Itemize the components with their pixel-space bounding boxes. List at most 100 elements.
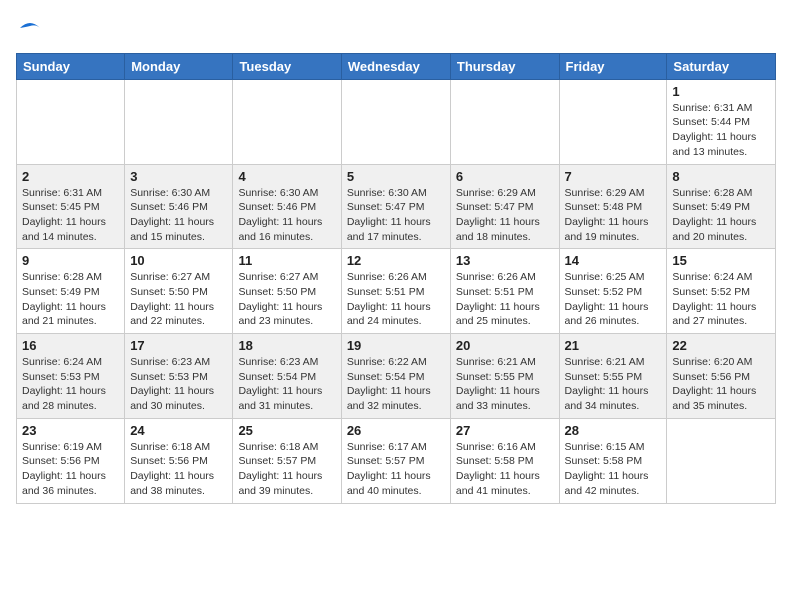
day-number: 13 — [456, 253, 554, 268]
day-info: Sunrise: 6:30 AM Sunset: 5:46 PM Dayligh… — [130, 186, 227, 245]
calendar-cell: 4 Sunrise: 6:30 AM Sunset: 5:46 PM Daylig… — [233, 164, 341, 249]
day-number: 16 — [22, 338, 119, 353]
day-info: Sunrise: 6:25 AM Sunset: 5:52 PM Dayligh… — [565, 270, 662, 329]
day-info: Sunrise: 6:22 AM Sunset: 5:54 PM Dayligh… — [347, 355, 445, 414]
day-number: 27 — [456, 423, 554, 438]
calendar-cell: 8 Sunrise: 6:28 AM Sunset: 5:49 PM Daylig… — [667, 164, 776, 249]
calendar-cell: 5 Sunrise: 6:30 AM Sunset: 5:47 PM Daylig… — [341, 164, 450, 249]
calendar-cell — [125, 79, 233, 164]
day-number: 8 — [672, 169, 770, 184]
calendar-cell: 11 Sunrise: 6:27 AM Sunset: 5:50 PM Dayli… — [233, 249, 341, 334]
day-info: Sunrise: 6:30 AM Sunset: 5:47 PM Dayligh… — [347, 186, 445, 245]
day-info: Sunrise: 6:17 AM Sunset: 5:57 PM Dayligh… — [347, 440, 445, 499]
day-info: Sunrise: 6:19 AM Sunset: 5:56 PM Dayligh… — [22, 440, 119, 499]
day-number: 1 — [672, 84, 770, 99]
day-info: Sunrise: 6:28 AM Sunset: 5:49 PM Dayligh… — [22, 270, 119, 329]
day-info: Sunrise: 6:18 AM Sunset: 5:56 PM Dayligh… — [130, 440, 227, 499]
day-info: Sunrise: 6:16 AM Sunset: 5:58 PM Dayligh… — [456, 440, 554, 499]
calendar-week-row: 16Sunrise: 6:24 AM Sunset: 5:53 PM Dayli… — [17, 334, 776, 419]
calendar-cell: 12 Sunrise: 6:26 AM Sunset: 5:51 PM Dayli… — [341, 249, 450, 334]
day-of-week-header: Monday — [125, 53, 233, 79]
day-of-week-header: Tuesday — [233, 53, 341, 79]
day-of-week-header: Saturday — [667, 53, 776, 79]
calendar-cell: 25 Sunrise: 6:18 AM Sunset: 5:57 PM Dayli… — [233, 418, 341, 503]
day-number: 11 — [238, 253, 335, 268]
calendar-cell — [17, 79, 125, 164]
calendar-cell — [341, 79, 450, 164]
calendar-week-row: 1 Sunrise: 6:31 AM Sunset: 5:44 PM Daylig… — [17, 79, 776, 164]
calendar-cell — [559, 79, 667, 164]
calendar-cell: 23 Sunrise: 6:19 AM Sunset: 5:56 PM Dayli… — [17, 418, 125, 503]
logo-icon — [18, 16, 42, 40]
logo — [16, 16, 42, 45]
day-number: 23 — [22, 423, 119, 438]
day-info: Sunrise: 6:31 AM Sunset: 5:45 PM Dayligh… — [22, 186, 119, 245]
day-number: 19 — [347, 338, 445, 353]
day-info: Sunrise: 6:26 AM Sunset: 5:51 PM Dayligh… — [347, 270, 445, 329]
calendar-cell: 20 Sunrise: 6:21 AM Sunset: 5:55 PM Dayli… — [450, 334, 559, 419]
day-info: Sunrise: 6:21 AM Sunset: 5:55 PM Dayligh… — [456, 355, 554, 414]
calendar-cell: 14 Sunrise: 6:25 AM Sunset: 5:52 PM Dayli… — [559, 249, 667, 334]
calendar-cell — [667, 418, 776, 503]
day-info: Sunrise: 6:23 AM Sunset: 5:54 PM Dayligh… — [238, 355, 335, 414]
calendar-cell: 15 Sunrise: 6:24 AM Sunset: 5:52 PM Dayli… — [667, 249, 776, 334]
calendar-table: SundayMondayTuesdayWednesdayThursdayFrid… — [16, 53, 776, 504]
calendar-cell: 21Sunrise: 6:21 AM Sunset: 5:55 PM Dayli… — [559, 334, 667, 419]
day-info: Sunrise: 6:30 AM Sunset: 5:46 PM Dayligh… — [238, 186, 335, 245]
calendar-cell: 17 Sunrise: 6:23 AM Sunset: 5:53 PM Dayli… — [125, 334, 233, 419]
day-info: Sunrise: 6:27 AM Sunset: 5:50 PM Dayligh… — [130, 270, 227, 329]
day-number: 2 — [22, 169, 119, 184]
calendar-cell: 26Sunrise: 6:17 AM Sunset: 5:57 PM Dayli… — [341, 418, 450, 503]
day-number: 20 — [456, 338, 554, 353]
day-of-week-header: Friday — [559, 53, 667, 79]
page-header — [16, 16, 776, 45]
day-number: 25 — [238, 423, 335, 438]
calendar-cell: 7Sunrise: 6:29 AM Sunset: 5:48 PM Daylig… — [559, 164, 667, 249]
day-info: Sunrise: 6:23 AM Sunset: 5:53 PM Dayligh… — [130, 355, 227, 414]
day-info: Sunrise: 6:27 AM Sunset: 5:50 PM Dayligh… — [238, 270, 335, 329]
day-number: 7 — [565, 169, 662, 184]
day-info: Sunrise: 6:24 AM Sunset: 5:52 PM Dayligh… — [672, 270, 770, 329]
day-of-week-header: Wednesday — [341, 53, 450, 79]
calendar-cell: 3 Sunrise: 6:30 AM Sunset: 5:46 PM Daylig… — [125, 164, 233, 249]
calendar-cell: 18 Sunrise: 6:23 AM Sunset: 5:54 PM Dayli… — [233, 334, 341, 419]
calendar-cell — [450, 79, 559, 164]
calendar-cell — [233, 79, 341, 164]
day-number: 28 — [565, 423, 662, 438]
day-info: Sunrise: 6:29 AM Sunset: 5:47 PM Dayligh… — [456, 186, 554, 245]
calendar-cell: 27 Sunrise: 6:16 AM Sunset: 5:58 PM Dayli… — [450, 418, 559, 503]
day-number: 22 — [672, 338, 770, 353]
calendar-cell: 10Sunrise: 6:27 AM Sunset: 5:50 PM Dayli… — [125, 249, 233, 334]
calendar-cell: 19 Sunrise: 6:22 AM Sunset: 5:54 PM Dayli… — [341, 334, 450, 419]
calendar-cell: 22 Sunrise: 6:20 AM Sunset: 5:56 PM Dayli… — [667, 334, 776, 419]
day-number: 5 — [347, 169, 445, 184]
day-number: 3 — [130, 169, 227, 184]
calendar-cell: 24 Sunrise: 6:18 AM Sunset: 5:56 PM Dayli… — [125, 418, 233, 503]
calendar-cell: 13 Sunrise: 6:26 AM Sunset: 5:51 PM Dayli… — [450, 249, 559, 334]
day-info: Sunrise: 6:20 AM Sunset: 5:56 PM Dayligh… — [672, 355, 770, 414]
calendar-week-row: 2 Sunrise: 6:31 AM Sunset: 5:45 PM Daylig… — [17, 164, 776, 249]
day-of-week-header: Sunday — [17, 53, 125, 79]
day-number: 24 — [130, 423, 227, 438]
calendar-header-row: SundayMondayTuesdayWednesdayThursdayFrid… — [17, 53, 776, 79]
day-info: Sunrise: 6:31 AM Sunset: 5:44 PM Dayligh… — [672, 101, 770, 160]
day-number: 6 — [456, 169, 554, 184]
calendar-cell: 6 Sunrise: 6:29 AM Sunset: 5:47 PM Daylig… — [450, 164, 559, 249]
day-info: Sunrise: 6:15 AM Sunset: 5:58 PM Dayligh… — [565, 440, 662, 499]
day-number: 4 — [238, 169, 335, 184]
day-number: 15 — [672, 253, 770, 268]
calendar-week-row: 9 Sunrise: 6:28 AM Sunset: 5:49 PM Daylig… — [17, 249, 776, 334]
day-number: 12 — [347, 253, 445, 268]
day-of-week-header: Thursday — [450, 53, 559, 79]
day-info: Sunrise: 6:28 AM Sunset: 5:49 PM Dayligh… — [672, 186, 770, 245]
day-number: 21 — [565, 338, 662, 353]
day-number: 9 — [22, 253, 119, 268]
day-number: 14 — [565, 253, 662, 268]
day-info: Sunrise: 6:26 AM Sunset: 5:51 PM Dayligh… — [456, 270, 554, 329]
calendar-cell: 1 Sunrise: 6:31 AM Sunset: 5:44 PM Daylig… — [667, 79, 776, 164]
day-number: 17 — [130, 338, 227, 353]
calendar-cell: 2 Sunrise: 6:31 AM Sunset: 5:45 PM Daylig… — [17, 164, 125, 249]
day-number: 18 — [238, 338, 335, 353]
calendar-cell: 28 Sunrise: 6:15 AM Sunset: 5:58 PM Dayli… — [559, 418, 667, 503]
day-info: Sunrise: 6:18 AM Sunset: 5:57 PM Dayligh… — [238, 440, 335, 499]
